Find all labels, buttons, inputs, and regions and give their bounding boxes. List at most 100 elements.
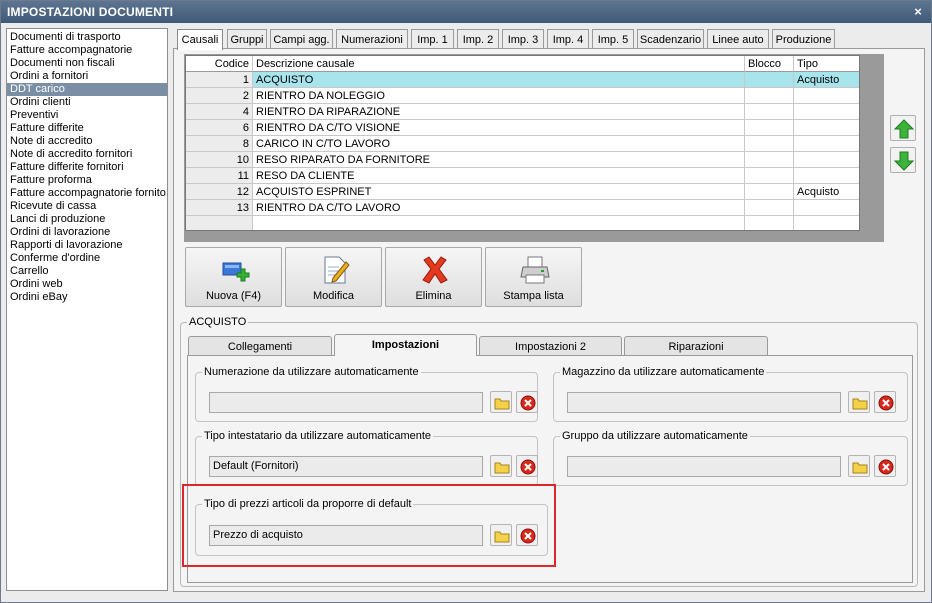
document-list-item[interactable]: Fatture proforma: [7, 174, 167, 187]
document-list-item[interactable]: Note di accredito: [7, 135, 167, 148]
document-list-item[interactable]: Ordini clienti: [7, 96, 167, 109]
document-list-item[interactable]: Ordini eBay: [7, 291, 167, 304]
tab-numerazioni[interactable]: Numerazioni: [336, 29, 408, 49]
gruppo-group: Gruppo da utilizzare automaticamente: [553, 429, 908, 486]
table-row[interactable]: 10 RESO RIPARATO DA FORNITORE: [186, 152, 859, 168]
row-block: [745, 216, 794, 230]
document-list-item[interactable]: Preventivi: [7, 109, 167, 122]
row-block: [745, 200, 794, 216]
tab-campi-agg[interactable]: Campi agg.: [270, 29, 333, 49]
row-code: 11: [186, 168, 253, 184]
tab-impostazioni[interactable]: Impostazioni: [334, 334, 477, 356]
document-list-item[interactable]: Fatture accompagnatorie fornito: [7, 187, 167, 200]
tab-imp-5[interactable]: Imp. 5: [592, 29, 634, 49]
document-list-item[interactable]: Rapporti di lavorazione: [7, 239, 167, 252]
numerazione-clear-button[interactable]: [516, 391, 538, 413]
document-list-item[interactable]: Documenti di trasporto: [7, 31, 167, 44]
row-description: RESO RIPARATO DA FORNITORE: [253, 152, 745, 168]
tab-gruppi[interactable]: Gruppi: [227, 29, 267, 49]
row-code: [186, 216, 253, 230]
row-block: [745, 168, 794, 184]
print-list-button-label: Stampa lista: [503, 290, 564, 302]
row-description: [253, 216, 745, 230]
tab-imp-3[interactable]: Imp. 3: [502, 29, 544, 49]
header-description[interactable]: Descrizione causale: [253, 56, 745, 72]
gruppo-browse-button[interactable]: [848, 455, 870, 477]
table-row[interactable]: 1 ACQUISTO Acquisto: [186, 72, 859, 88]
document-list-item[interactable]: Ordini di lavorazione: [7, 226, 167, 239]
tab-riparazioni[interactable]: Riparazioni: [624, 336, 768, 356]
new-button[interactable]: Nuova (F4): [185, 247, 282, 307]
document-list-item[interactable]: Ordini a fornitori: [7, 70, 167, 83]
intestatario-field[interactable]: Default (Fornitori): [209, 456, 483, 477]
settings-window: IMPOSTAZIONI DOCUMENTI × Documenti di tr…: [0, 0, 932, 603]
header-type[interactable]: Tipo: [794, 56, 859, 72]
tab-produzione[interactable]: Produzione: [772, 29, 835, 49]
tab-imp-2[interactable]: Imp. 2: [457, 29, 499, 49]
tab-causali[interactable]: Causali: [177, 29, 223, 50]
document-list-item[interactable]: Conferme d'ordine: [7, 252, 167, 265]
row-description: RIENTRO DA C/TO VISIONE: [253, 120, 745, 136]
document-type-list[interactable]: Documenti di trasporto Fatture accompagna…: [6, 28, 168, 591]
row-type: Acquisto: [794, 72, 859, 88]
row-description: RIENTRO DA NOLEGGIO: [253, 88, 745, 104]
document-list-item[interactable]: Fatture accompagnatorie: [7, 44, 167, 57]
magazzino-group: Magazzino da utilizzare automaticamente: [553, 365, 908, 422]
table-row[interactable]: 4 RIENTRO DA RIPARAZIONE: [186, 104, 859, 120]
clear-icon: [520, 395, 536, 411]
table-row[interactable]: 8 CARICO IN C/TO LAVORO: [186, 136, 859, 152]
document-list-item[interactable]: Lanci di produzione: [7, 213, 167, 226]
table-row[interactable]: 6 RIENTRO DA C/TO VISIONE: [186, 120, 859, 136]
document-list-item[interactable]: Note di accredito fornitori: [7, 148, 167, 161]
row-code: 4: [186, 104, 253, 120]
document-list-item[interactable]: Fatture differite fornitori: [7, 161, 167, 174]
gruppo-field[interactable]: [567, 456, 841, 477]
close-icon[interactable]: ×: [911, 1, 925, 23]
magazzino-clear-button[interactable]: [874, 391, 896, 413]
tab-linee-auto[interactable]: Linee auto: [707, 29, 769, 49]
document-list-item[interactable]: DDT carico: [7, 83, 167, 96]
intestatario-browse-button[interactable]: [490, 455, 512, 477]
intestatario-clear-button[interactable]: [516, 455, 538, 477]
row-type: [794, 216, 859, 230]
table-row[interactable]: 2 RIENTRO DA NOLEGGIO: [186, 88, 859, 104]
document-list-item[interactable]: Documenti non fiscali: [7, 57, 167, 70]
new-record-icon: [222, 262, 250, 282]
row-code: 8: [186, 136, 253, 152]
move-down-button[interactable]: [890, 147, 916, 173]
table-row[interactable]: 13 RIENTRO DA C/TO LAVORO: [186, 200, 859, 216]
delete-button[interactable]: Elimina: [385, 247, 482, 307]
causali-grid[interactable]: Codice Descrizione causale Blocco Tipo 1…: [185, 55, 860, 231]
row-type: [794, 120, 859, 136]
delete-x-icon: [422, 256, 448, 284]
tab-collegamenti[interactable]: Collegamenti: [188, 336, 332, 356]
move-up-button[interactable]: [890, 115, 916, 141]
table-row[interactable]: [186, 216, 859, 230]
row-block: [745, 88, 794, 104]
new-button-label: Nuova (F4): [205, 290, 262, 302]
document-list-item[interactable]: Carrello: [7, 265, 167, 278]
magazzino-browse-button[interactable]: [848, 391, 870, 413]
tab-imp-4[interactable]: Imp. 4: [547, 29, 589, 49]
header-code[interactable]: Codice: [186, 56, 253, 72]
document-list-item[interactable]: Ricevute di cassa: [7, 200, 167, 213]
edit-button[interactable]: Modifica: [285, 247, 382, 307]
tab-impostazioni-2[interactable]: Impostazioni 2: [479, 336, 622, 356]
document-list-item[interactable]: Fatture differite: [7, 122, 167, 135]
print-list-button[interactable]: Stampa lista: [485, 247, 582, 307]
numerazione-field[interactable]: [209, 392, 483, 413]
magazzino-label: Magazzino da utilizzare automaticamente: [560, 365, 767, 379]
table-row[interactable]: 11 RESO DA CLIENTE: [186, 168, 859, 184]
tab-imp-1[interactable]: Imp. 1: [411, 29, 454, 49]
numerazione-browse-button[interactable]: [490, 391, 512, 413]
gruppo-clear-button[interactable]: [874, 455, 896, 477]
folder-icon: [494, 462, 510, 474]
table-row[interactable]: 12 ACQUISTO ESPRINET Acquisto: [186, 184, 859, 200]
grid-header: Codice Descrizione causale Blocco Tipo: [186, 56, 859, 72]
header-block[interactable]: Blocco: [745, 56, 794, 72]
intestatario-group: Tipo intestatario da utilizzare automati…: [195, 429, 538, 486]
document-list-item[interactable]: Ordini web: [7, 278, 167, 291]
magazzino-field[interactable]: [567, 392, 841, 413]
tab-scadenzario[interactable]: Scadenzario: [637, 29, 704, 49]
grid-frame: Codice Descrizione causale Blocco Tipo 1…: [184, 54, 884, 242]
